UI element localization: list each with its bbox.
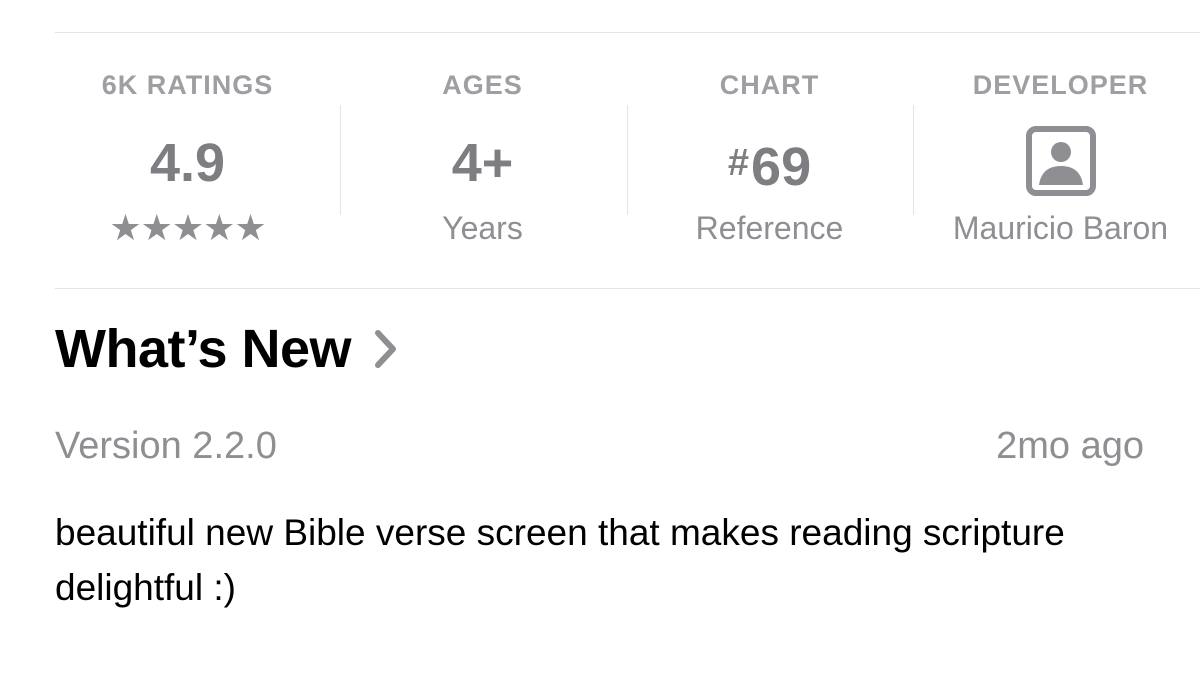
ages-cell[interactable]: AGES 4+ Years: [340, 60, 625, 260]
chart-cell[interactable]: CHART #69 Reference: [627, 60, 912, 260]
chart-rank-hash: #: [727, 142, 750, 184]
whats-new-title: What’s New: [55, 319, 352, 379]
chart-category: Reference: [695, 210, 844, 246]
whats-new-header[interactable]: What’s New: [55, 318, 399, 380]
developer-cell[interactable]: DEVELOPER Mauricio Baron: [913, 60, 1200, 260]
section-divider: [55, 288, 1200, 289]
app-store-page: 6K RATINGS 4.9 ★★★★★ AGES 4+ Years CHART…: [0, 0, 1200, 675]
ratings-cell[interactable]: 6K RATINGS 4.9 ★★★★★: [45, 60, 330, 260]
release-date: 2mo ago: [996, 425, 1144, 467]
ages-label: AGES: [442, 70, 523, 100]
version-label: Version 2.2.0: [55, 425, 277, 467]
ratings-label: 6K RATINGS: [101, 70, 274, 100]
rating-value: 4.9: [149, 133, 226, 193]
developer-name: Mauricio Baron: [952, 210, 1169, 246]
person-square-icon: [1025, 126, 1096, 196]
age-unit: Years: [442, 210, 523, 246]
release-notes: beautiful new Bible verse screen that ma…: [55, 512, 1065, 608]
age-value: 4+: [451, 133, 514, 193]
developer-label: DEVELOPER: [972, 70, 1149, 100]
top-divider: [55, 32, 1200, 33]
chart-rank-number: 69: [751, 137, 812, 197]
rating-stars: ★★★★★: [109, 207, 266, 248]
chart-label: CHART: [719, 70, 820, 100]
chevron-right-icon: [375, 330, 397, 368]
chart-rank: #69: [627, 133, 912, 197]
info-strip[interactable]: 6K RATINGS 4.9 ★★★★★ AGES 4+ Years CHART…: [45, 60, 1200, 270]
